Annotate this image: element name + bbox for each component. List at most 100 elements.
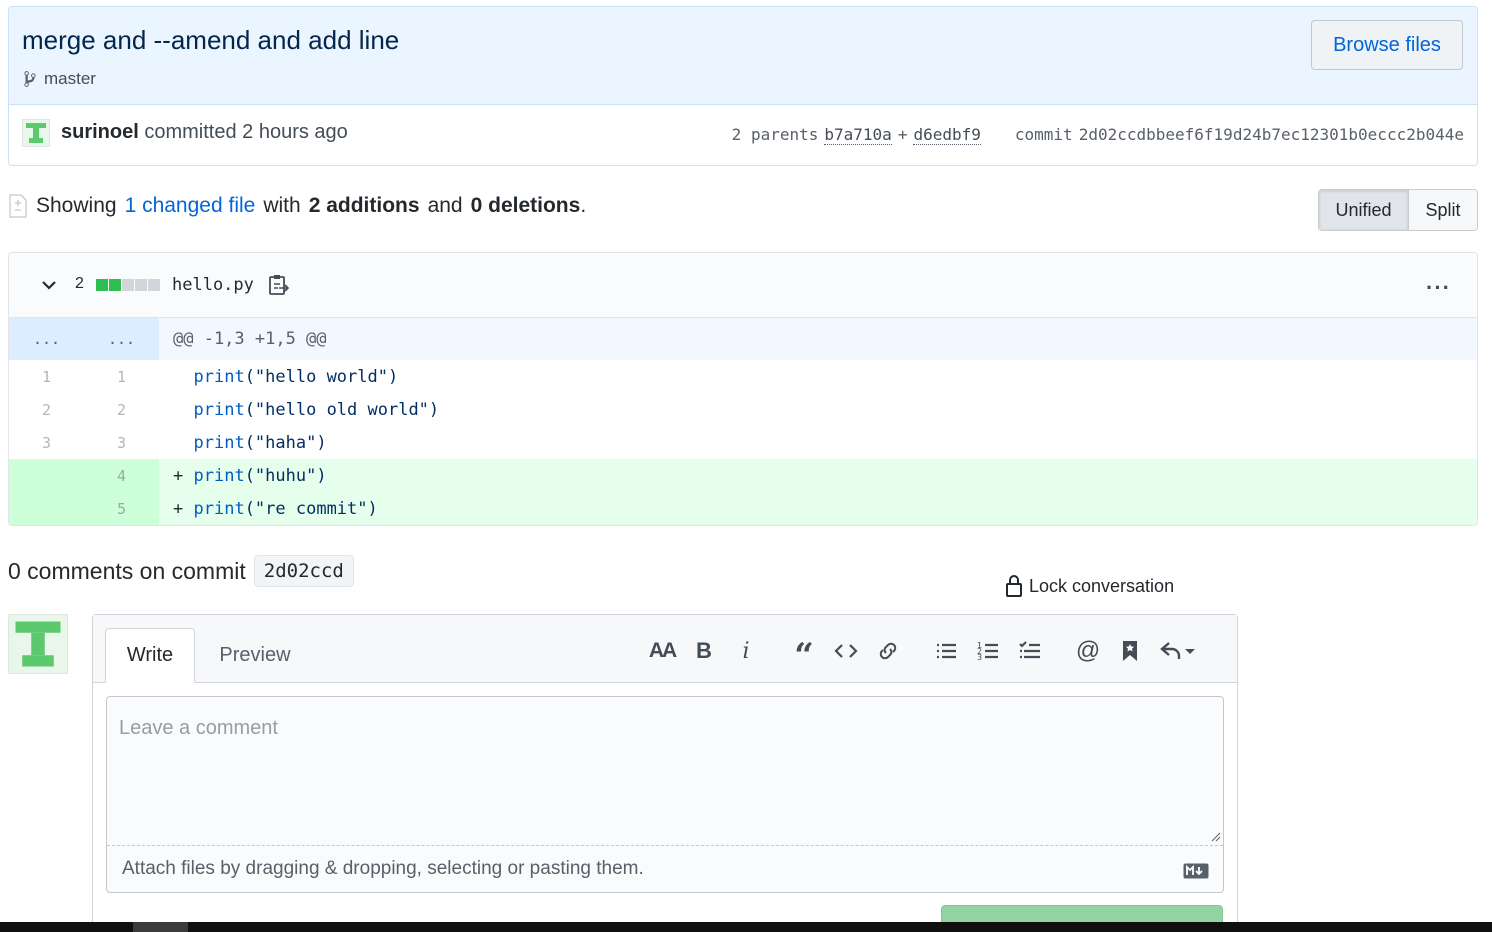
new-line-number[interactable]: 5	[84, 492, 159, 525]
taskbar-item[interactable]	[133, 922, 188, 932]
diff-code: print("hello world")	[159, 366, 399, 387]
diff-summary: Showing 1 changed file with 2 additions …	[8, 194, 586, 218]
old-line-number[interactable]: 1	[9, 360, 84, 393]
diffstat-count: 2	[75, 275, 84, 292]
diff-line-addition: 4 + print("huhu")	[9, 459, 1477, 492]
reply-icon[interactable]	[1157, 637, 1201, 665]
new-line-number[interactable]: 3	[84, 426, 159, 459]
diff-code: + print("re commit")	[159, 499, 378, 519]
tab-write[interactable]: Write	[105, 628, 195, 683]
showing-text: Showing	[36, 194, 117, 217]
identicon-icon	[26, 123, 46, 143]
hunk-new-expand[interactable]: ...	[84, 318, 159, 360]
italic-icon[interactable]: i	[731, 637, 761, 665]
new-line-number[interactable]: 2	[84, 393, 159, 426]
file-actions-icon[interactable]: ···	[1426, 275, 1451, 301]
diff-code: print("hello old world")	[159, 399, 440, 420]
old-line-number[interactable]: 2	[9, 393, 84, 426]
chevron-down-icon[interactable]	[39, 275, 59, 295]
parent-sha-link[interactable]: d6edbf9	[913, 125, 981, 145]
bulleted-list-icon[interactable]	[931, 637, 961, 665]
editor-tabs: Write Preview AA B i “ 123 @	[93, 615, 1237, 683]
bold-icon[interactable]: B	[689, 637, 719, 665]
identicon-icon	[15, 621, 61, 667]
code-args: ("hello world")	[244, 366, 399, 387]
attach-files-area[interactable]: Attach files by dragging & dropping, sel…	[107, 845, 1223, 892]
task-list-icon[interactable]	[1015, 637, 1045, 665]
author-avatar[interactable]	[22, 119, 50, 147]
tab-preview[interactable]: Preview	[207, 628, 303, 683]
comments-heading: 0 comments on commit 2d02ccd	[8, 555, 354, 587]
copy-path-icon[interactable]	[267, 273, 289, 297]
parent-sha-link[interactable]: b7a710a	[824, 125, 892, 145]
numbered-list-icon[interactable]: 123	[973, 637, 1003, 665]
text-size-icon[interactable]: AA	[647, 637, 677, 665]
mention-icon[interactable]: @	[1073, 637, 1103, 665]
diffstat-block	[135, 279, 147, 291]
branch-name: master	[44, 69, 96, 88]
deletions-count: 0 deletions	[470, 194, 581, 217]
additions-count: 2 additions	[308, 194, 420, 217]
old-line-number[interactable]: 3	[9, 426, 84, 459]
commit-short-sha: 2d02ccd	[253, 555, 354, 587]
hunk-header: ... ... @@ -1,3 +1,5 @@	[9, 318, 1477, 360]
code-args: ("re commit")	[244, 498, 378, 519]
user-avatar[interactable]	[8, 614, 68, 674]
hunk-old-expand[interactable]: ...	[9, 318, 84, 360]
changed-files-link[interactable]: 1 changed file	[125, 194, 256, 218]
code-icon[interactable]	[831, 637, 861, 665]
with-text: with	[263, 194, 301, 217]
diffstat-block	[122, 279, 134, 291]
link-icon[interactable]	[873, 637, 903, 665]
branch-icon	[24, 71, 36, 87]
author-line: surinoel committed 2 hours ago	[61, 121, 348, 144]
code-function: print	[193, 498, 245, 519]
commit-header: merge and --amend and add line master Br…	[8, 6, 1478, 166]
markdown-icon[interactable]	[1183, 863, 1209, 879]
browse-files-button[interactable]: Browse files	[1311, 20, 1463, 70]
commit-sha-info: 2 parents b7a710a + d6edbf9 commit 2d02c…	[732, 125, 1464, 145]
old-line-number[interactable]	[9, 492, 84, 525]
new-line-number[interactable]: 1	[84, 360, 159, 393]
commit-title: merge and --amend and add line	[22, 25, 400, 55]
diff-sign	[173, 433, 183, 453]
parent-separator: +	[897, 125, 908, 144]
diffstat-bar	[96, 279, 160, 291]
lock-conversation-button[interactable]: Lock conversation	[1005, 574, 1174, 598]
file-diff: 2 hello.py ··· ... ... @@ -1,3 +1,5 @@ 1…	[8, 252, 1478, 526]
file-name[interactable]: hello.py	[172, 275, 254, 295]
old-line-number[interactable]	[9, 459, 84, 492]
and-text: and	[427, 194, 463, 217]
branch-label[interactable]: master	[22, 69, 96, 89]
diff-sign	[173, 367, 183, 387]
saved-reply-icon[interactable]	[1115, 637, 1145, 665]
svg-text:3: 3	[977, 653, 982, 662]
code-function: print	[193, 366, 245, 387]
attach-files-text: Attach files by dragging & dropping, sel…	[122, 858, 644, 879]
code-args: ("huhu")	[244, 465, 327, 486]
diff-code: print("haha")	[159, 433, 327, 453]
comment-editor: Write Preview AA B i “ 123 @ Leave a com…	[92, 614, 1238, 932]
code-function: print	[193, 432, 245, 453]
committed-time: committed 2 hours ago	[144, 121, 348, 143]
markdown-toolbar: AA B i “ 123 @	[647, 636, 1213, 676]
period-text: .	[580, 194, 587, 217]
lock-icon	[1006, 575, 1022, 597]
os-taskbar	[0, 922, 1492, 932]
diff-line-context: 33 print("haha")	[9, 426, 1477, 459]
hunk-text: @@ -1,3 +1,5 @@	[173, 329, 327, 349]
diff-lines: 11 print("hello world") 2 2 print("hello o…	[9, 360, 1477, 525]
code-function: print	[193, 465, 245, 486]
comment-textarea[interactable]: Leave a comment Attach files by dragging…	[106, 696, 1224, 893]
code-function: print	[193, 399, 245, 420]
diffstat-block	[148, 279, 160, 291]
resize-handle-icon[interactable]	[1209, 830, 1221, 842]
code-args: ("haha")	[244, 432, 327, 453]
diff-code: + print("huhu")	[159, 466, 327, 486]
new-line-number[interactable]: 4	[84, 459, 159, 492]
diff-line-context: 11 print("hello world")	[9, 360, 1477, 393]
author-name[interactable]: surinoel	[61, 121, 139, 143]
quote-icon[interactable]: “	[789, 636, 819, 676]
split-button[interactable]: Split	[1409, 190, 1477, 230]
unified-button[interactable]: Unified	[1319, 190, 1409, 230]
